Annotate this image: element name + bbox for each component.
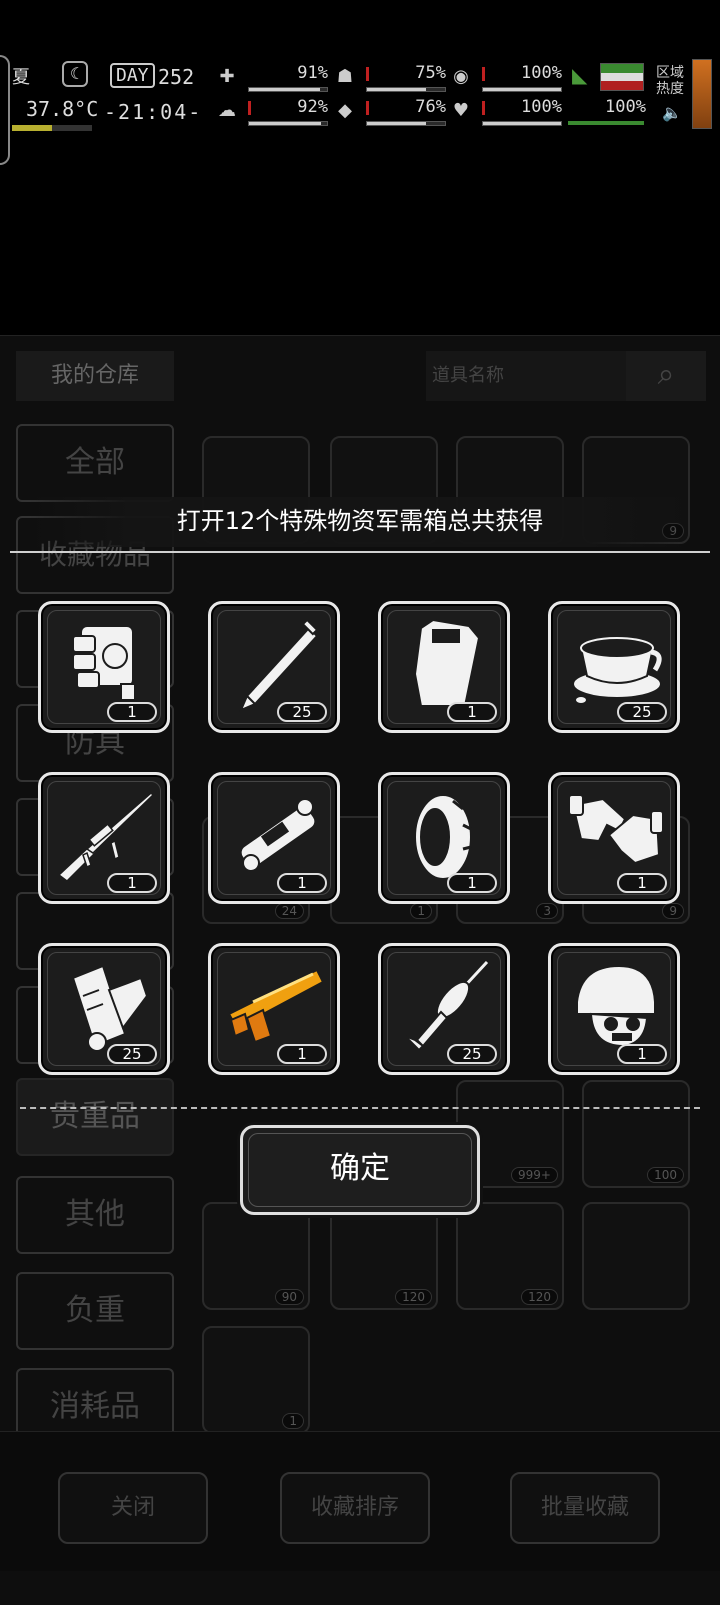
signal-icon: ◣	[572, 63, 588, 87]
batch-favorite-button[interactable]: 批量收藏	[510, 1472, 660, 1544]
item-count: 120	[395, 1289, 432, 1305]
scroll-icon	[71, 964, 149, 1052]
item-count: 1	[282, 1413, 304, 1429]
region-heat-label: 区域 热度	[656, 65, 684, 97]
reward-banner: 打开12个特殊物资军需箱总共获得	[10, 493, 710, 553]
sort-favorites-button[interactable]: 收藏排序	[280, 1472, 430, 1544]
temperature-readout: 37.8°C	[26, 97, 99, 121]
coffee-cup-icon	[572, 637, 662, 705]
pen-icon	[239, 618, 319, 712]
battery-bar	[568, 121, 644, 125]
item-quantity: 25	[617, 702, 667, 722]
day-label: DAY	[110, 63, 155, 88]
category-all[interactable]: 全部	[16, 424, 174, 502]
divider	[20, 1107, 700, 1109]
rifle-icon	[57, 791, 155, 882]
item-quantity: 1	[277, 1044, 327, 1064]
item-slot[interactable]: 1	[202, 1326, 310, 1434]
bottom-toolbar: 关闭 收藏排序 批量收藏	[0, 1431, 720, 1571]
item-count: 999+	[511, 1167, 558, 1183]
reward-item-pen[interactable]: 25	[208, 601, 340, 733]
stomach-icon: ☗	[336, 66, 354, 87]
reward-item-coffee-cup[interactable]: 25	[548, 601, 680, 733]
item-count: 1	[410, 903, 432, 919]
item-quantity: 25	[447, 1044, 497, 1064]
item-quantity: 25	[107, 1044, 157, 1064]
item-count: 100	[647, 1167, 684, 1183]
item-quantity: 1	[277, 873, 327, 893]
reward-item-engine-block[interactable]: 1	[38, 601, 170, 733]
category-load[interactable]: 负重	[16, 1272, 174, 1350]
item-count: 90	[274, 1289, 304, 1305]
temperature-bar	[12, 125, 92, 131]
season-label: 夏	[12, 67, 30, 88]
battery-value: 100%	[605, 97, 646, 117]
item-quantity: 1	[107, 873, 157, 893]
shield-icon	[413, 618, 481, 707]
day-number: 252	[158, 65, 195, 89]
category-valuables[interactable]: 贵重品	[16, 1078, 174, 1156]
item-slot[interactable]	[582, 1202, 690, 1310]
status-hud: 夏 ☾ 37.8°C DAY 252 -21:04- ✚ 91% ☗ 75% ◉…	[0, 55, 720, 135]
game-clock: -21:04-	[104, 100, 203, 124]
heart-icon: ♥	[452, 100, 470, 121]
shotgun-icon	[227, 968, 325, 1044]
stamina-icon: ◉	[453, 66, 469, 87]
hunger-value: 75%	[415, 63, 446, 83]
region-heat-bar	[692, 59, 712, 129]
reward-item-riot-shield[interactable]: 1	[378, 601, 510, 733]
item-quantity: 1	[617, 1044, 667, 1064]
launcher-part-icon	[239, 798, 317, 872]
item-quantity: 25	[277, 702, 327, 722]
warehouse-title: 我的仓库	[16, 351, 174, 401]
engine-block-icon	[72, 625, 136, 701]
health-value: 91%	[297, 63, 328, 83]
tire-icon	[414, 794, 472, 880]
helmet-icon	[576, 964, 656, 1048]
reward-item-tactical-helmet[interactable]: 1	[548, 943, 680, 1075]
medkit-icon: ✚	[219, 66, 235, 87]
thirst-value: 76%	[415, 97, 446, 117]
item-slot[interactable]: 120	[456, 1202, 564, 1310]
brain-icon: ☁	[218, 100, 236, 121]
flag-icon	[600, 63, 644, 91]
item-quantity: 1	[617, 873, 667, 893]
speaker-icon[interactable]: 🔈	[662, 103, 682, 122]
item-count: 9	[662, 903, 684, 919]
item-quantity: 1	[447, 873, 497, 893]
heart-value: 100%	[521, 97, 562, 117]
item-count: 24	[274, 903, 304, 919]
close-button[interactable]: 关闭	[58, 1472, 208, 1544]
reward-item-rpg-rocket[interactable]: 25	[378, 943, 510, 1075]
reward-item-sniper-rifle[interactable]: 1	[38, 772, 170, 904]
search-icon[interactable]: ⌕	[626, 351, 706, 401]
reward-title: 打开12个特殊物资军需箱总共获得	[176, 507, 544, 535]
reward-item-handshake[interactable]: 1	[548, 772, 680, 904]
search-input[interactable]: 道具名称	[426, 351, 626, 401]
item-count: 3	[536, 903, 558, 919]
item-count: 120	[521, 1289, 558, 1305]
reward-item-orange-shotgun[interactable]: 1	[208, 943, 340, 1075]
reward-item-paper-scroll[interactable]: 25	[38, 943, 170, 1075]
item-slot[interactable]: 120	[330, 1202, 438, 1310]
water-drop-icon: ◆	[338, 100, 352, 121]
category-other[interactable]: 其他	[16, 1176, 174, 1254]
item-quantity: 1	[107, 702, 157, 722]
reward-item-rocket-launcher-part[interactable]: 1	[208, 772, 340, 904]
item-slot[interactable]: 100	[582, 1080, 690, 1188]
rocket-icon	[404, 960, 489, 1052]
stamina-value: 100%	[521, 63, 562, 83]
moon-icon: ☾	[62, 61, 88, 87]
mental-value: 92%	[297, 97, 328, 117]
reward-item-tire[interactable]: 1	[378, 772, 510, 904]
item-quantity: 1	[447, 702, 497, 722]
item-slot[interactable]: 90	[202, 1202, 310, 1310]
confirm-button[interactable]: 确定	[240, 1125, 480, 1215]
handshake-icon	[568, 794, 664, 865]
